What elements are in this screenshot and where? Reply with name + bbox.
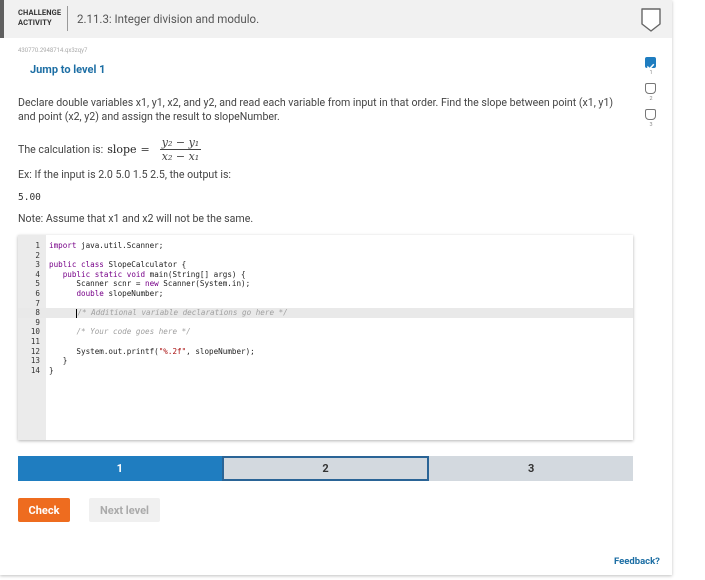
code-lines[interactable]: 1 import java.util.Scanner; 2 3 public class… xyxy=(18,241,633,375)
code-line[interactable]: 1 import java.util.Scanner; xyxy=(18,241,633,251)
activity-title: 2.11.3: Integer division and modulo. xyxy=(77,12,260,26)
formula-equals: = xyxy=(140,143,150,156)
level-2-checkbox[interactable] xyxy=(645,83,656,94)
code-line[interactable]: 4 public static void main(String[] args)… xyxy=(18,270,633,280)
level-check-2[interactable]: 2 xyxy=(642,83,660,109)
next-level-button[interactable]: Next level xyxy=(89,498,160,522)
activity-header: CHALLENGE ACTIVITY 2.11.3: Integer divis… xyxy=(0,0,672,38)
code-text[interactable]: } xyxy=(49,366,54,376)
code-line[interactable]: 8 /* Additional variable declarations go… xyxy=(18,308,633,318)
level-1-checkbox[interactable] xyxy=(645,57,656,70)
code-line[interactable]: 13 } xyxy=(18,356,633,366)
code-line[interactable]: 6 double slopeNumber; xyxy=(18,289,633,299)
code-text[interactable]: /* Additional variable declarations go h… xyxy=(49,308,288,318)
line-number: 12 xyxy=(30,346,40,356)
level-check-1[interactable]: 1 xyxy=(642,57,660,83)
problem-prompt: Declare double variables x1, y1, x2, and… xyxy=(18,96,614,123)
feedback-link[interactable]: Feedback? xyxy=(614,556,660,567)
code-line[interactable]: 14} xyxy=(18,366,633,376)
line-number: 6 xyxy=(35,288,40,298)
header-divider xyxy=(67,6,68,31)
line-number: 11 xyxy=(30,336,40,346)
slope-fraction: y₂ − y₁ x₂ − x₁ xyxy=(159,136,202,163)
level-2-number: 2 xyxy=(649,96,653,102)
level-check-3[interactable]: 3 xyxy=(642,109,660,135)
line-number: 13 xyxy=(30,356,40,366)
level-checklist: 1 2 3 xyxy=(642,57,660,135)
activity-type-line2: ACTIVITY xyxy=(18,18,52,27)
level-3-number: 3 xyxy=(649,122,653,128)
code-line[interactable]: 3 public class SlopeCalculator { xyxy=(18,260,633,270)
code-editor[interactable]: 1 import java.util.Scanner; 2 3 public class… xyxy=(18,235,633,440)
code-line[interactable]: 9 xyxy=(18,318,633,328)
line-number: 3 xyxy=(35,260,40,270)
code-text[interactable]: import java.util.Scanner; xyxy=(49,241,163,251)
note-text: Note: Assume that x1 and x2 will not be … xyxy=(18,212,254,225)
activity-type-line1: CHALLENGE xyxy=(18,8,62,17)
code-text[interactable]: Scanner scnr = new Scanner(System.in); xyxy=(49,279,250,289)
calculation-formula: The calculation is: slope = y₂ − y₁ x₂ −… xyxy=(18,136,202,163)
code-line[interactable]: 7 xyxy=(18,299,633,309)
code-text[interactable]: public class SlopeCalculator { xyxy=(49,260,186,270)
line-number: 7 xyxy=(35,298,40,308)
line-number: 1 xyxy=(35,241,40,250)
line-number: 10 xyxy=(30,327,40,337)
line-number: 5 xyxy=(35,279,40,289)
level-progress-bar: 1 2 3 xyxy=(18,456,634,481)
header-accent-bar xyxy=(0,0,4,38)
content-resource-id: 430770.2948714.qx3zqy7 xyxy=(18,47,88,54)
completion-shield-icon xyxy=(641,8,661,32)
level-1-segment[interactable]: 1 xyxy=(18,456,222,481)
line-number: 8 xyxy=(35,308,40,318)
check-button[interactable]: Check xyxy=(18,498,70,522)
calculation-label: The calculation is: xyxy=(18,143,104,156)
code-line[interactable]: 2 xyxy=(18,251,633,261)
example-output: 5.00 xyxy=(18,192,41,203)
formula-lhs: slope xyxy=(107,143,137,156)
jump-to-level-link[interactable]: Jump to level 1 xyxy=(30,63,105,76)
line-number: 9 xyxy=(35,317,40,327)
level-3-checkbox[interactable] xyxy=(645,109,656,120)
level-2-segment[interactable]: 2 xyxy=(221,456,430,481)
line-number: 14 xyxy=(30,365,40,375)
level-1-number: 1 xyxy=(649,70,653,76)
level-3-segment[interactable]: 3 xyxy=(429,456,634,481)
challenge-activity-panel: CHALLENGE ACTIVITY 2.11.3: Integer divis… xyxy=(0,0,672,575)
code-text[interactable]: System.out.printf("%.2f", slopeNumber); xyxy=(49,347,254,357)
example-text: Ex: If the input is 2.0 5.0 1.5 2.5, the… xyxy=(18,168,231,181)
code-text[interactable]: } xyxy=(49,356,68,366)
code-line[interactable]: 10 /* Your code goes here */ xyxy=(18,327,633,337)
code-text[interactable]: public static void main(String[] args) { xyxy=(49,270,246,280)
code-text[interactable]: double slopeNumber; xyxy=(49,289,163,299)
line-number: 2 xyxy=(35,250,40,260)
activity-type-label: CHALLENGE ACTIVITY xyxy=(18,8,66,28)
line-number: 4 xyxy=(35,269,40,279)
code-text[interactable]: /* Your code goes here */ xyxy=(49,327,190,337)
fraction-numerator: y₂ − y₁ xyxy=(161,136,200,149)
code-line[interactable]: 11 xyxy=(18,337,633,347)
fraction-denominator: x₂ − x₁ xyxy=(161,150,200,163)
code-line[interactable]: 12 System.out.printf("%.2f", slopeNumber… xyxy=(18,347,633,357)
code-line[interactable]: 5 Scanner scnr = new Scanner(System.in); xyxy=(18,279,633,289)
